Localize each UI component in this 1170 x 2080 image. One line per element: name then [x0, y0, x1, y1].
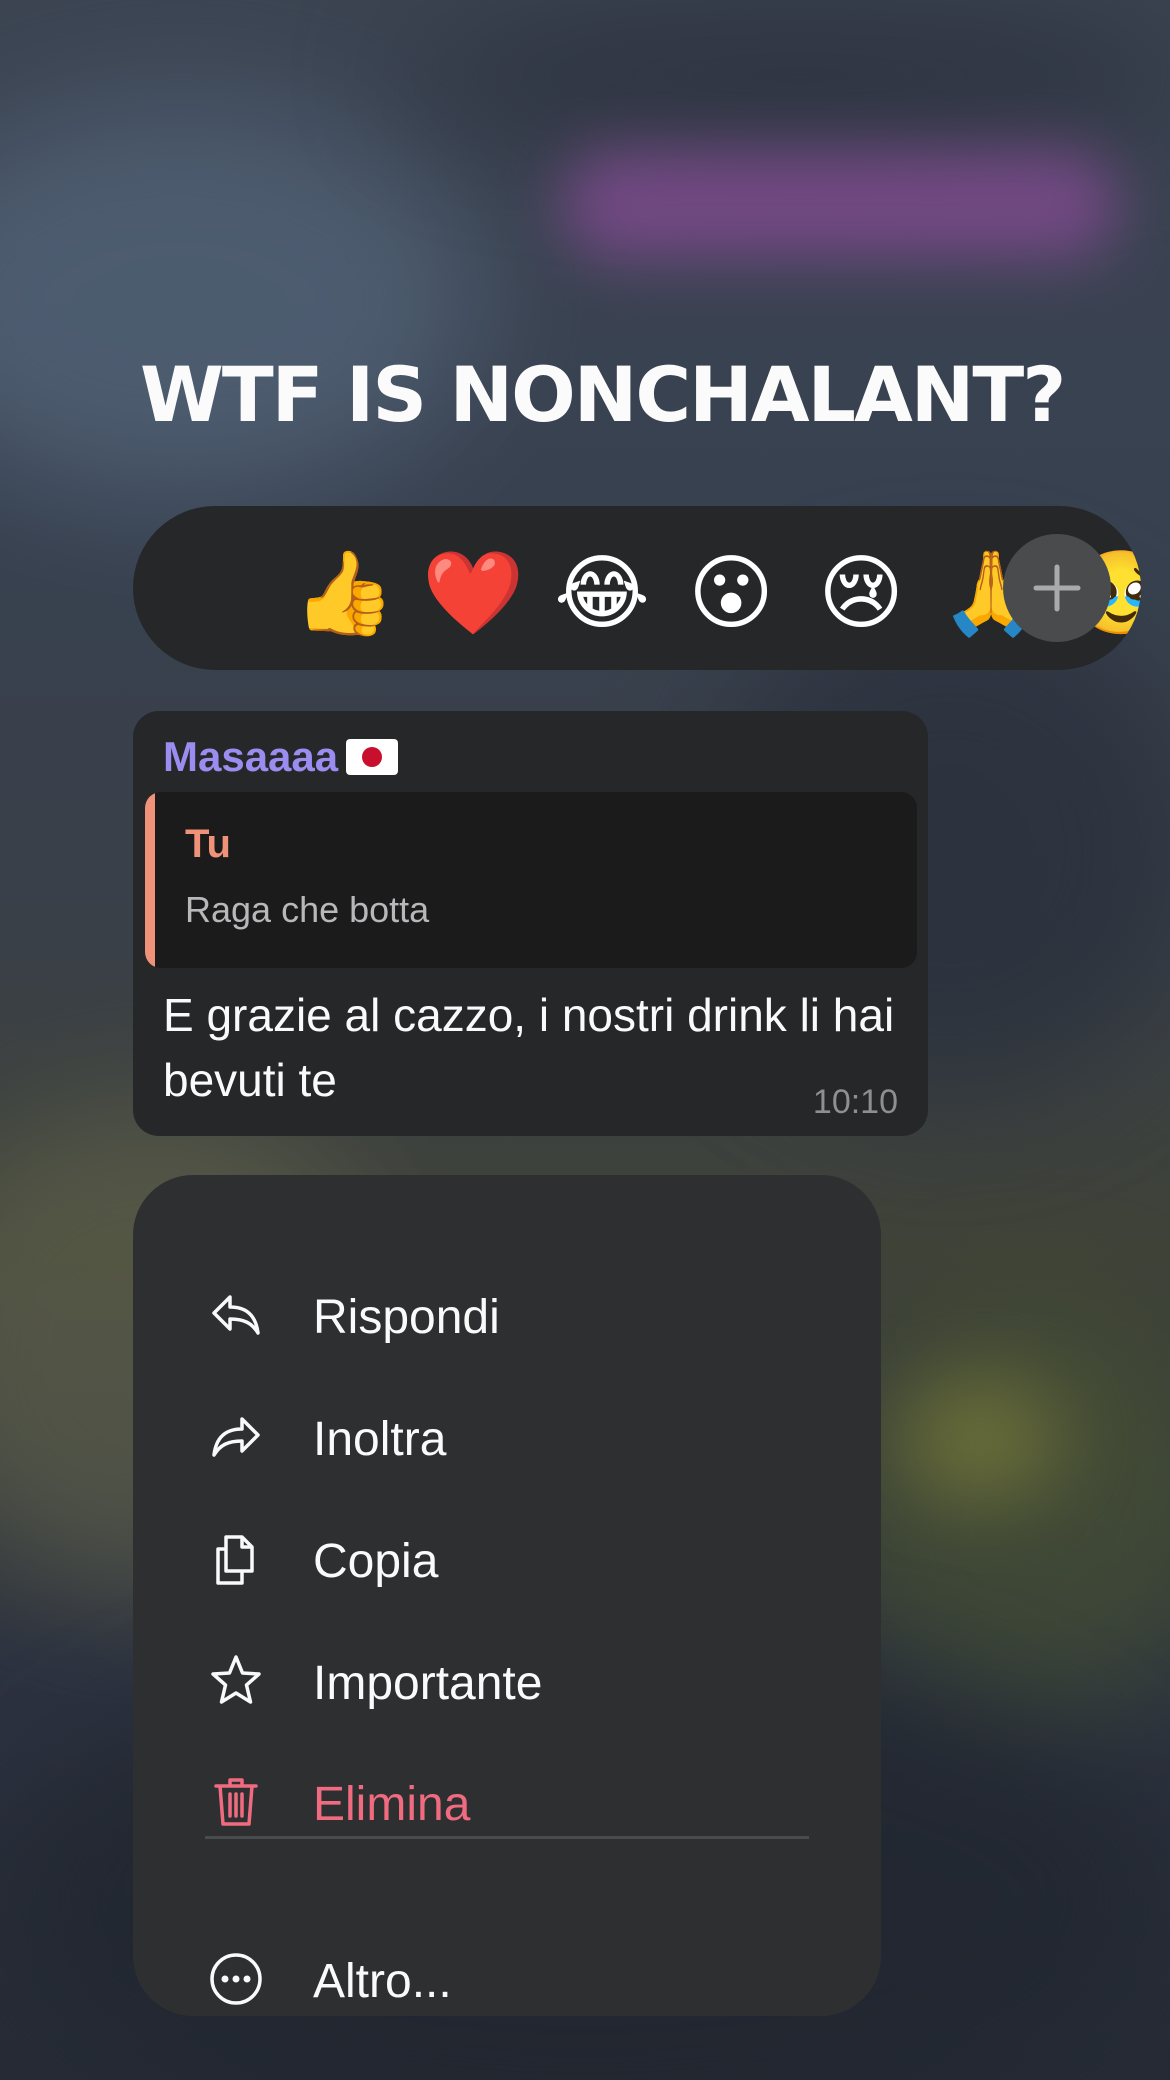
quote-accent-bar	[145, 792, 155, 968]
japan-flag-icon	[346, 739, 399, 775]
menu-label-important: Importante	[313, 1657, 543, 1710]
reaction-crying[interactable]: 😢	[811, 544, 911, 644]
reaction-surprised[interactable]: 😮	[681, 544, 781, 644]
trash-icon	[214, 1778, 258, 1826]
menu-divider	[205, 1836, 809, 1839]
message-text: E grazie al cazzo, i nostri drink li hai…	[163, 989, 895, 1106]
more-reactions-button[interactable]	[1003, 534, 1111, 642]
message-time: 10:10	[812, 1083, 898, 1121]
more-icon	[210, 1953, 262, 2005]
message-bubble[interactable]: Masaaaa Tu Raga che botta E grazie al ca…	[133, 711, 928, 1136]
context-menu: Rispondi Inoltra Copia Importante Elimin…	[133, 1175, 881, 2016]
reaction-bar: 👍 ❤️ 😂 😮 😢 🙏 🥹	[133, 506, 1141, 670]
menu-label-delete: Elimina	[313, 1778, 471, 1831]
menu-label-reply: Rispondi	[313, 1291, 500, 1344]
menu-item-reply[interactable]: Rispondi	[133, 1265, 881, 1365]
chat-title: WTF IS NONCHALANT?	[140, 350, 1066, 439]
menu-item-important[interactable]: Importante	[133, 1631, 881, 1731]
copy-icon	[216, 1535, 254, 1585]
forward-icon	[212, 1417, 260, 1457]
reaction-thumbs-up[interactable]: 👍	[293, 544, 395, 644]
quote-text: Raga che botta	[185, 889, 430, 930]
menu-item-forward[interactable]: Inoltra	[133, 1387, 881, 1487]
reaction-laughing[interactable]: 😂	[552, 544, 652, 644]
quote-author: Tu	[185, 822, 231, 866]
star-icon	[211, 1655, 261, 1704]
menu-label-more: Altro...	[313, 1955, 452, 2008]
menu-item-more[interactable]: Altro...	[133, 1929, 881, 2029]
menu-item-copy[interactable]: Copia	[133, 1509, 881, 1609]
reply-icon	[212, 1295, 260, 1335]
sender-name[interactable]: Masaaaa	[163, 733, 338, 781]
menu-label-forward: Inoltra	[313, 1413, 447, 1466]
menu-label-copy: Copia	[313, 1535, 439, 1588]
plus-icon	[1033, 564, 1081, 612]
reaction-heart[interactable]: ❤️	[422, 544, 524, 644]
reply-quote[interactable]: Tu Raga che botta	[145, 792, 917, 968]
